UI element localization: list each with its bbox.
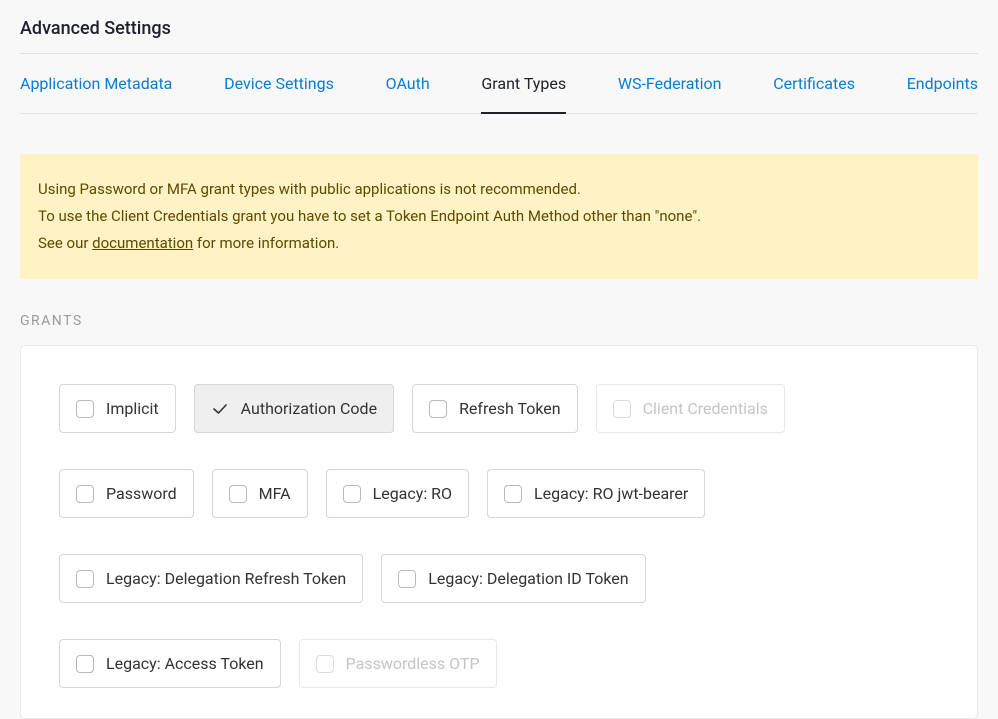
grant-label: Authorization Code — [241, 399, 377, 418]
warning-line3: See our documentation for more informati… — [38, 230, 958, 257]
grant-implicit[interactable]: Implicit — [59, 384, 176, 433]
tab-application-metadata[interactable]: Application Metadata — [20, 54, 172, 113]
page-title: Advanced Settings — [20, 18, 978, 39]
checkbox-icon — [613, 400, 631, 418]
grant-legacy-access-token[interactable]: Legacy: Access Token — [59, 639, 281, 688]
checkbox-icon — [76, 570, 94, 588]
checkbox-icon — [343, 485, 361, 503]
grant-legacy-delegation-id-token[interactable]: Legacy: Delegation ID Token — [381, 554, 645, 603]
grant-label: MFA — [259, 484, 291, 503]
check-icon — [211, 400, 229, 418]
grants-card: Implicit Authorization Code Refresh Toke… — [20, 345, 978, 719]
grant-passwordless-otp: Passwordless OTP — [299, 639, 497, 688]
checkbox-icon — [504, 485, 522, 503]
grant-label: Implicit — [106, 399, 159, 418]
documentation-link[interactable]: documentation — [92, 234, 193, 252]
tabs: Application Metadata Device Settings OAu… — [20, 54, 978, 114]
grant-label: Client Credentials — [643, 399, 768, 418]
checkbox-icon — [76, 655, 94, 673]
tab-grant-types[interactable]: Grant Types — [481, 54, 566, 113]
tab-certificates[interactable]: Certificates — [773, 54, 855, 113]
warning-line3-pre: See our — [38, 234, 92, 252]
grant-password[interactable]: Password — [59, 469, 194, 518]
grant-authorization-code[interactable]: Authorization Code — [194, 384, 394, 433]
grant-label: Password — [106, 484, 177, 503]
grant-client-credentials: Client Credentials — [596, 384, 785, 433]
warning-line1: Using Password or MFA grant types with p… — [38, 176, 958, 203]
checkbox-icon — [429, 400, 447, 418]
tab-device-settings[interactable]: Device Settings — [224, 54, 334, 113]
grant-label: Legacy: RO jwt-bearer — [534, 484, 688, 503]
grant-label: Legacy: Delegation ID Token — [428, 569, 628, 588]
tab-oauth[interactable]: OAuth — [386, 54, 430, 113]
checkbox-icon — [76, 485, 94, 503]
tab-endpoints[interactable]: Endpoints — [907, 54, 978, 113]
checkbox-icon — [229, 485, 247, 503]
grant-legacy-delegation-refresh-token[interactable]: Legacy: Delegation Refresh Token — [59, 554, 363, 603]
checkbox-icon — [398, 570, 416, 588]
grant-label: Passwordless OTP — [346, 654, 480, 673]
grant-label: Legacy: RO — [373, 484, 452, 503]
checkbox-icon — [316, 655, 334, 673]
section-label-grants: GRANTS — [20, 313, 978, 329]
warning-banner: Using Password or MFA grant types with p… — [20, 154, 978, 279]
tab-ws-federation[interactable]: WS-Federation — [618, 54, 722, 113]
grant-mfa[interactable]: MFA — [212, 469, 308, 518]
checkbox-icon — [76, 400, 94, 418]
grant-refresh-token[interactable]: Refresh Token — [412, 384, 578, 433]
grant-legacy-ro-jwt-bearer[interactable]: Legacy: RO jwt-bearer — [487, 469, 705, 518]
grant-label: Legacy: Access Token — [106, 654, 264, 673]
grant-label: Legacy: Delegation Refresh Token — [106, 569, 346, 588]
grant-label: Refresh Token — [459, 399, 561, 418]
warning-line3-post: for more information. — [193, 234, 339, 252]
warning-line2: To use the Client Credentials grant you … — [38, 203, 958, 230]
grant-legacy-ro[interactable]: Legacy: RO — [326, 469, 469, 518]
